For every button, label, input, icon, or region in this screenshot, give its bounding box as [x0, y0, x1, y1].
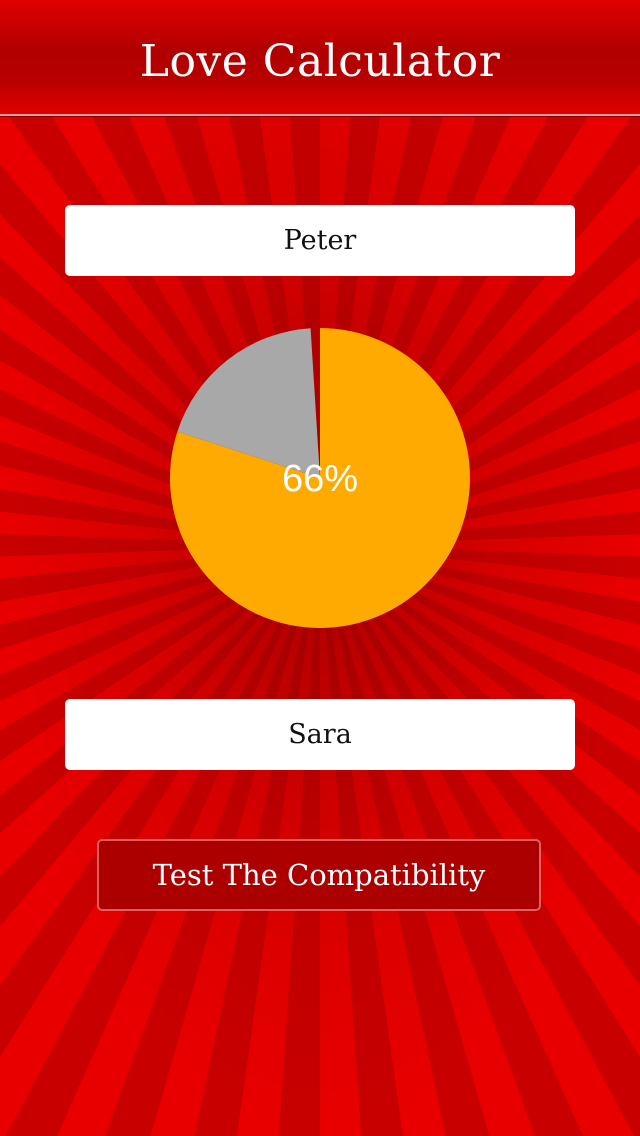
- compatibility-percentage: 66%: [281, 458, 359, 500]
- second-name-input[interactable]: [65, 699, 575, 770]
- app-header: Love Calculator: [0, 0, 640, 116]
- test-compatibility-button[interactable]: Test The Compatibility: [97, 839, 541, 911]
- app-title: Love Calculator: [139, 36, 501, 87]
- first-name-input[interactable]: [65, 205, 575, 276]
